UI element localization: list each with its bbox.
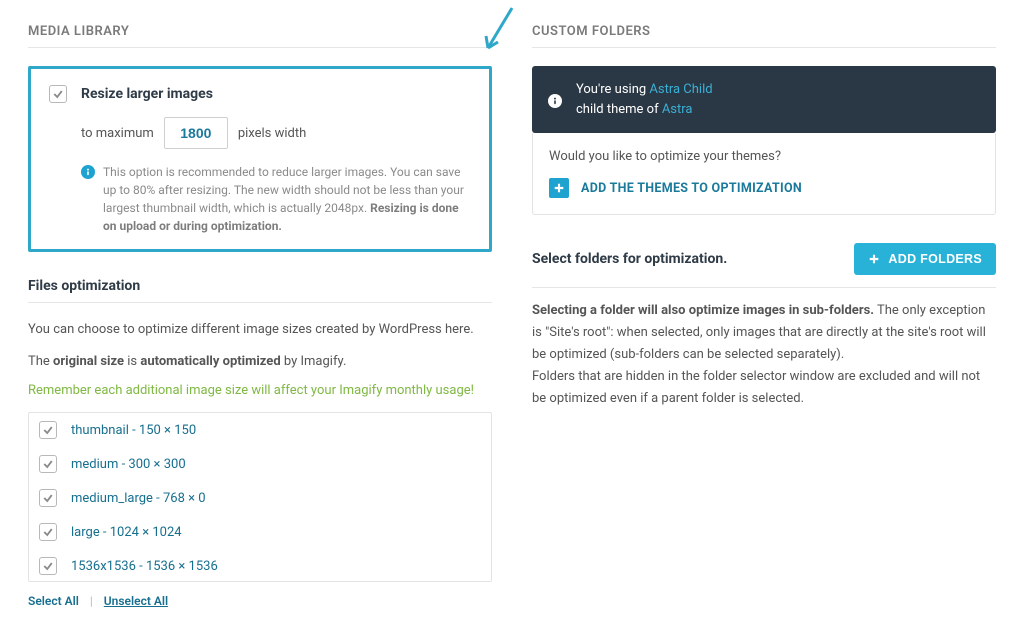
add-folders-button[interactable]: ADD FOLDERS — [854, 243, 996, 275]
resize-larger-images-box: Resize larger images to maximum pixels w… — [28, 66, 492, 252]
files-desc-1: You can choose to optimize different ima… — [28, 319, 492, 341]
list-item: large - 1024 × 1024 — [29, 515, 491, 549]
size-checkbox[interactable] — [39, 557, 57, 575]
size-checkbox[interactable] — [39, 421, 57, 439]
plus-icon — [549, 178, 569, 198]
info-icon — [81, 165, 95, 179]
files-optimization-heading: Files optimization — [28, 278, 492, 303]
media-library-panel: MEDIA LIBRARY Resize larger images to ma… — [28, 24, 492, 608]
size-label: thumbnail - 150 × 150 — [71, 423, 196, 438]
image-sizes-list[interactable]: thumbnail - 150 × 150 medium - 300 × 300… — [28, 412, 492, 582]
files-desc-2: The original size is automatically optim… — [28, 351, 492, 373]
add-themes-button[interactable]: ADD THE THEMES TO OPTIMIZATION — [549, 178, 802, 198]
resize-title: Resize larger images — [81, 86, 213, 102]
separator: | — [90, 594, 93, 608]
resize-checkbox[interactable] — [49, 85, 67, 103]
list-item: 1536x1536 - 1536 × 1536 — [29, 549, 491, 582]
resize-prefix-label: to maximum — [81, 126, 154, 141]
resize-info-text: This option is recommended to reduce lar… — [103, 163, 471, 235]
size-checkbox[interactable] — [39, 523, 57, 541]
size-label: medium - 300 × 300 — [71, 457, 186, 472]
folders-description: Selecting a folder will also optimize im… — [532, 300, 996, 410]
parent-theme-link[interactable]: Astra Child — [649, 82, 712, 97]
add-themes-label: ADD THE THEMES TO OPTIMIZATION — [581, 181, 802, 196]
folders-title: Select folders for optimization. — [532, 251, 727, 267]
folders-header-row: Select folders for optimization. ADD FOL… — [532, 243, 996, 288]
list-item: medium - 300 × 300 — [29, 447, 491, 481]
size-label: 1536x1536 - 1536 × 1536 — [71, 559, 218, 574]
custom-folders-panel: CUSTOM FOLDERS You're using Astra Child … — [532, 24, 996, 608]
child-theme-link[interactable]: Astra — [662, 102, 693, 117]
media-library-heading: MEDIA LIBRARY — [28, 24, 492, 48]
select-all-link[interactable]: Select All — [28, 594, 79, 608]
theme-banner-text: You're using Astra Child child theme of … — [576, 80, 713, 119]
resize-width-input[interactable] — [164, 117, 228, 149]
add-folders-label: ADD FOLDERS — [888, 252, 982, 266]
list-item: thumbnail - 150 × 150 — [29, 413, 491, 447]
select-links-row: Select All | Unselect All — [28, 594, 492, 608]
usage-warning: Remember each additional image size will… — [28, 383, 492, 398]
resize-suffix-label: pixels width — [238, 126, 306, 141]
size-checkbox[interactable] — [39, 489, 57, 507]
size-label: large - 1024 × 1024 — [71, 525, 182, 540]
unselect-all-link[interactable]: Unselect All — [104, 594, 168, 608]
info-icon — [548, 94, 562, 108]
size-checkbox[interactable] — [39, 455, 57, 473]
list-item: medium_large - 768 × 0 — [29, 481, 491, 515]
theme-optimize-box: Would you like to optimize your themes? … — [532, 133, 996, 215]
size-label: medium_large - 768 × 0 — [71, 491, 206, 506]
theme-banner: You're using Astra Child child theme of … — [532, 66, 996, 133]
custom-folders-heading: CUSTOM FOLDERS — [532, 24, 996, 48]
theme-question: Would you like to optimize your themes? — [549, 149, 979, 164]
